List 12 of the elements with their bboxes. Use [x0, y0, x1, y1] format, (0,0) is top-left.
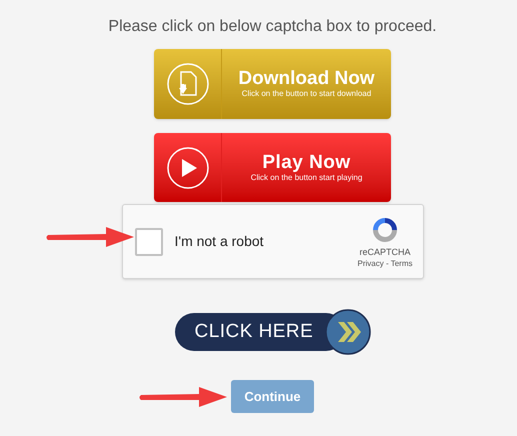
pointer-arrow-icon	[44, 225, 136, 249]
instruction-text: Please click on below captcha box to proceed.	[108, 17, 437, 37]
double-chevron-icon	[324, 309, 370, 355]
play-icon	[166, 146, 210, 190]
continue-button[interactable]: Continue	[231, 380, 314, 413]
play-now-button[interactable]: Play Now Click on the button start playing	[154, 133, 391, 202]
checkbox[interactable]	[134, 228, 162, 256]
checkbox-label: I'm not a robot	[174, 232, 265, 251]
document-download-icon	[166, 62, 210, 106]
recaptcha-brand: reCAPTCHA	[360, 246, 411, 258]
pointer-arrow-icon	[137, 385, 229, 409]
privacy-terms-links[interactable]: Privacy - Terms	[358, 258, 412, 269]
